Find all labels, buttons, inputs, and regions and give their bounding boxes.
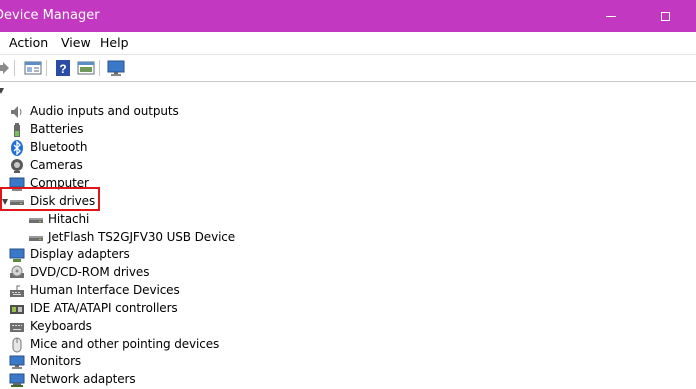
- tree-item-audio-inputs-and-outputs[interactable]: Audio inputs and outputs: [0, 103, 696, 121]
- tree-item-label: Audio inputs and outputs: [30, 104, 179, 118]
- tree-item-human-interface-devices[interactable]: Human Interface Devices: [0, 282, 696, 300]
- tree-item-disk-drives[interactable]: Disk drives: [0, 193, 696, 211]
- tree-item-label: Display adapters: [30, 247, 130, 261]
- minimize-button[interactable]: [588, 0, 634, 32]
- monitor-icon[interactable]: [107, 59, 125, 77]
- tree-item-batteries[interactable]: Batteries: [0, 121, 696, 139]
- tree-item-mice-and-other-pointing-devices[interactable]: Mice and other pointing devices: [0, 336, 696, 354]
- display-adapter-icon: [9, 248, 25, 262]
- tree-item-label: Mice and other pointing devices: [30, 337, 220, 351]
- maximize-button[interactable]: [642, 0, 688, 32]
- battery-icon: [14, 123, 20, 137]
- speaker-icon: [11, 106, 22, 118]
- disk-drive-icon: [29, 236, 43, 241]
- mouse-icon: [12, 337, 22, 353]
- tree-item-keyboards[interactable]: Keyboards: [0, 318, 696, 336]
- tree-item-label: Human Interface Devices: [30, 283, 180, 297]
- dvd-drive-icon: [10, 265, 24, 278]
- monitor-icon: [9, 355, 25, 369]
- tree-item-network-adapters[interactable]: Network adapters: [0, 371, 696, 389]
- properties-icon[interactable]: [24, 59, 42, 77]
- highlight-box: [0, 187, 100, 211]
- svg-text:?: ?: [59, 62, 66, 76]
- toolbar-separator: [99, 60, 100, 76]
- device-tree: Audio inputs and outputs Batteries Bluet…: [0, 82, 696, 387]
- tree-item-cameras[interactable]: Cameras: [0, 157, 696, 175]
- menu-help[interactable]: Help: [100, 35, 129, 50]
- tree-item-label: Batteries: [30, 122, 84, 136]
- forward-arrow-icon[interactable]: [0, 59, 12, 77]
- expand-arrow-icon[interactable]: [0, 86, 6, 96]
- tree-item-dvd-cd-rom-drives[interactable]: DVD/CD-ROM drives: [0, 264, 696, 282]
- hid-icon: [10, 285, 24, 297]
- tree-item-label: DVD/CD-ROM drives: [30, 265, 150, 279]
- minimize-icon: [606, 15, 616, 17]
- tree-item-label: IDE ATA/ATAPI controllers: [30, 301, 178, 315]
- tree-item-label: Network adapters: [30, 372, 136, 386]
- toolbar: ?: [0, 54, 696, 82]
- menu-bar: Action View Help: [0, 32, 696, 54]
- menu-action[interactable]: Action: [9, 35, 48, 50]
- tree-item-label: Cameras: [30, 158, 83, 172]
- tree-item-jetflash-usb-device[interactable]: JetFlash TS2GJFV30 USB Device: [0, 229, 696, 247]
- ide-controller-icon: [10, 305, 24, 314]
- title-bar: Device Manager: [0, 0, 696, 32]
- tree-item-label: Bluetooth: [30, 140, 88, 154]
- maximize-icon: [660, 11, 670, 21]
- tree-item-label: JetFlash TS2GJFV30 USB Device: [48, 230, 236, 244]
- tree-item-label: Hitachi: [48, 212, 90, 226]
- toolbar-separator: [46, 60, 47, 76]
- window-title: Device Manager: [0, 8, 100, 23]
- help-icon[interactable]: ?: [54, 59, 72, 77]
- keyboard-icon: [10, 323, 24, 332]
- tree-item-display-adapters[interactable]: Display adapters: [0, 246, 696, 264]
- camera-icon: [11, 159, 23, 173]
- tree-item-ide-ata-atapi-controllers[interactable]: IDE ATA/ATAPI controllers: [0, 300, 696, 318]
- tree-item-monitors[interactable]: Monitors: [0, 353, 696, 371]
- disk-drive-icon: [29, 218, 43, 223]
- tree-item-computer[interactable]: Computer: [0, 175, 696, 193]
- tree-item-hitachi[interactable]: Hitachi: [0, 211, 696, 229]
- menu-view[interactable]: View: [61, 35, 91, 50]
- tree-item-bluetooth[interactable]: Bluetooth: [0, 139, 696, 157]
- bluetooth-icon: [11, 140, 23, 156]
- network-adapter-icon: [9, 373, 25, 387]
- update-driver-icon[interactable]: [77, 59, 95, 77]
- toolbar-separator: [14, 60, 15, 76]
- tree-item-label: Keyboards: [30, 319, 92, 333]
- tree-item-label: Monitors: [30, 354, 82, 368]
